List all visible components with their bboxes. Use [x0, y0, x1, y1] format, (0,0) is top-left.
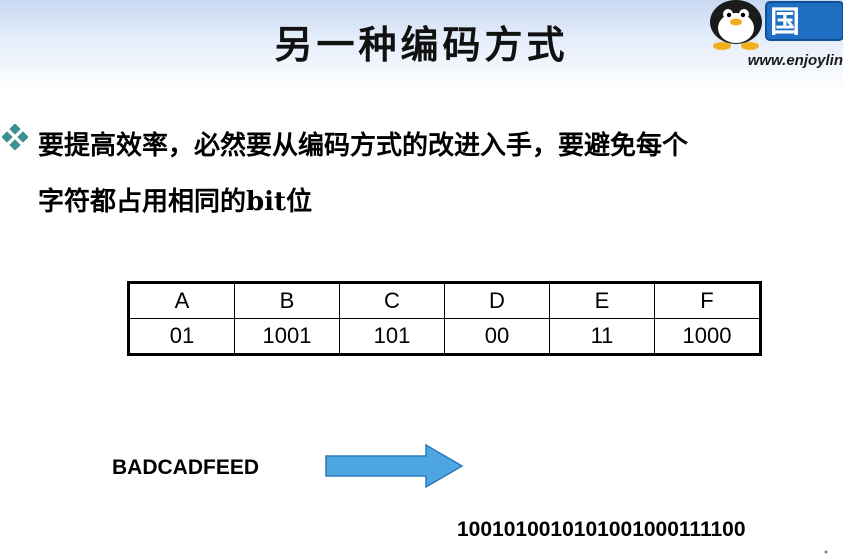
code-cell: 101 [339, 318, 445, 355]
code-cell: 1000 [654, 318, 761, 355]
letter-cell: F [654, 282, 761, 319]
code-cell: 01 [128, 318, 235, 355]
letter-cell: A [128, 282, 235, 319]
code-cell: 11 [549, 318, 655, 355]
letter-cell: C [339, 282, 445, 319]
right-arrow-icon [325, 443, 464, 489]
code-row: 01 1001 101 00 11 1000 [128, 318, 761, 355]
example-input-text: BADCADFEED [112, 456, 259, 479]
code-cell: 00 [444, 318, 550, 355]
diamond-bullet-icon [2, 124, 28, 150]
code-table: A B C D E F 01 1001 101 00 11 1000 [127, 281, 762, 356]
bullet-text-line-2: 字符都占用相同的bit位 [38, 187, 313, 217]
letter-row: A B C D E F [128, 282, 761, 319]
letter-cell: E [549, 282, 655, 319]
penguin-logo-icon: 国 [710, 0, 843, 50]
code-cell: 1001 [234, 318, 340, 355]
letter-cell: B [234, 282, 340, 319]
corner-mark-icon [824, 550, 828, 554]
logo: 国 www.enjoylin [706, 0, 843, 80]
example-output-text: 1001010010101001000111100 [457, 518, 746, 541]
bullet-text-line-1: 要提高效率，必然要从编码方式的改进入手，要避免每个 [38, 131, 689, 161]
letter-cell: D [444, 282, 550, 319]
logo-url-text: www.enjoylin [747, 52, 843, 69]
logo-sign-text: 国 [770, 5, 800, 40]
bullet-text: 要提高效率，必然要从编码方式的改进入手，要避免每个 字符都占用相同的bit位 [38, 118, 838, 230]
